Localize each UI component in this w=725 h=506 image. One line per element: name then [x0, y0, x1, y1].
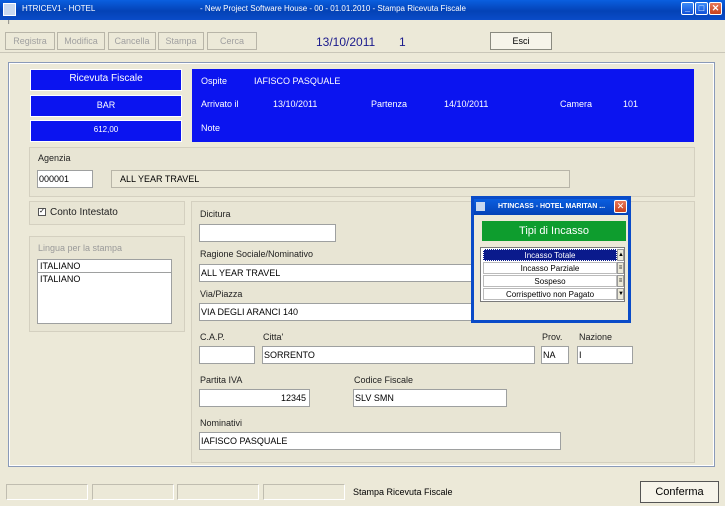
receipt-category: BAR — [30, 95, 182, 117]
via-label: Via/Piazza — [200, 289, 243, 299]
status-text: Stampa Ricevuta Fiscale — [353, 487, 453, 497]
incasso-option-totale[interactable]: Incasso Totale — [483, 249, 617, 261]
receipt-amount: 612,00 — [30, 120, 182, 142]
cap-field[interactable] — [199, 346, 255, 364]
ospite-value: IAFISCO PASQUALE — [254, 76, 341, 86]
window-title: - New Project Software House - 00 - 01.0… — [200, 4, 466, 13]
ragione-label: Ragione Sociale/Nominativo — [200, 249, 314, 259]
piva-label: Partita IVA — [200, 375, 243, 385]
menu-bar: i — [0, 19, 725, 29]
lingua-option[interactable]: ITALIANO — [38, 273, 171, 285]
ragione-field[interactable]: ALL YEAR TRAVEL — [199, 264, 476, 282]
scroll-track-icon[interactable]: ≡ — [617, 262, 624, 274]
incasso-list[interactable]: Incasso Totale ▲ Incasso Parziale ≡ Sosp… — [480, 247, 625, 302]
partenza-label: Partenza — [371, 99, 408, 109]
minimize-button[interactable]: _ — [681, 2, 694, 15]
scroll-thumb-icon[interactable]: ≡ — [617, 275, 624, 287]
status-cell — [92, 484, 174, 500]
status-bar: Stampa Ricevuta Fiscale Conferma — [0, 478, 725, 506]
incasso-option-corrispettivo[interactable]: Corrispettivo non Pagato — [483, 288, 617, 300]
partenza-value: 14/10/2011 — [444, 99, 489, 109]
arrivo-label: Arrivato il — [201, 99, 239, 109]
cerca-button[interactable]: Cerca — [207, 32, 257, 50]
cf-label: Codice Fiscale — [354, 375, 414, 385]
lingua-listbox[interactable]: ITALIANO ITALIANO — [37, 259, 172, 324]
menu-item[interactable]: i — [8, 19, 10, 26]
dialog-title: HTINCASS - HOTEL MARITAN ... — [498, 203, 606, 210]
guest-panel: Ospite IAFISCO PASQUALE Arrivato il 13/1… — [192, 69, 694, 142]
lingua-selected[interactable]: ITALIANO — [38, 260, 171, 273]
cf-field[interactable]: SLV SMN — [353, 389, 507, 407]
dicitura-field[interactable] — [199, 224, 336, 242]
dialog-close-button[interactable]: ✕ — [614, 200, 627, 213]
status-cell — [177, 484, 259, 500]
nominativi-label: Nominativi — [200, 418, 243, 428]
incasso-option-parziale[interactable]: Incasso Parziale — [483, 262, 617, 274]
toolbar-number: 1 — [399, 35, 406, 49]
piva-field[interactable]: 12345 — [199, 389, 310, 407]
nazione-label: Nazione — [579, 332, 613, 342]
conto-label: Conto Intestato — [50, 207, 118, 218]
via-field[interactable]: VIA DEGLI ARANCI 140 — [199, 303, 476, 321]
agency-name-field: ALL YEAR TRAVEL — [111, 170, 570, 188]
registra-button[interactable]: Registra — [5, 32, 55, 50]
citta-label: Citta' — [263, 332, 284, 342]
app-icon[interactable] — [3, 3, 16, 16]
dicitura-label: Dicitura — [200, 209, 231, 219]
status-cell — [263, 484, 345, 500]
note-label: Note — [201, 123, 221, 133]
receipt-title: Ricevuta Fiscale — [30, 69, 182, 91]
incasso-option-sospeso[interactable]: Sospeso — [483, 275, 617, 287]
scroll-up-icon[interactable]: ▲ — [617, 249, 624, 261]
tipi-incasso-dialog: HTINCASS - HOTEL MARITAN ... ✕ Tipi di I… — [471, 196, 631, 323]
app-title: HTRICEV1 - HOTEL — [22, 4, 96, 13]
close-button[interactable]: ✕ — [709, 2, 722, 15]
conferma-button[interactable]: Conferma — [640, 481, 719, 503]
arrivo-value: 13/10/2011 — [273, 99, 318, 109]
toolbar-date: 13/10/2011 — [316, 35, 376, 49]
agency-code-field[interactable]: 000001 — [37, 170, 93, 188]
nominativi-field[interactable]: IAFISCO PASQUALE — [199, 432, 561, 450]
dialog-app-icon — [476, 202, 485, 211]
cap-label: C.A.P. — [200, 332, 225, 342]
prov-label: Prov. — [542, 332, 563, 342]
toolbar: Registra Modifica Cancella Stampa Cerca … — [0, 29, 725, 53]
agency-label: Agenzia — [38, 153, 71, 163]
status-cell — [6, 484, 88, 500]
dialog-header: Tipi di Incasso — [482, 221, 626, 241]
lingua-label: Lingua per la stampa — [38, 243, 123, 253]
ospite-label: Ospite — [201, 76, 228, 86]
esci-button[interactable]: Esci — [490, 32, 552, 50]
conto-checkbox[interactable]: ✓ — [38, 208, 46, 216]
camera-value: 101 — [623, 99, 639, 109]
citta-field[interactable]: SORRENTO — [262, 346, 535, 364]
stampa-button[interactable]: Stampa — [158, 32, 204, 50]
camera-label: Camera — [560, 99, 593, 109]
nazione-field[interactable]: I — [577, 346, 633, 364]
cancella-button[interactable]: Cancella — [108, 32, 156, 50]
maximize-button[interactable]: □ — [695, 2, 708, 15]
modifica-button[interactable]: Modifica — [57, 32, 105, 50]
scroll-down-icon[interactable]: ▼ — [617, 288, 624, 300]
title-bar: HTRICEV1 - HOTEL - New Project Software … — [0, 0, 725, 20]
dialog-title-bar: HTINCASS - HOTEL MARITAN ... ✕ — [474, 199, 628, 215]
prov-field[interactable]: NA — [541, 346, 569, 364]
